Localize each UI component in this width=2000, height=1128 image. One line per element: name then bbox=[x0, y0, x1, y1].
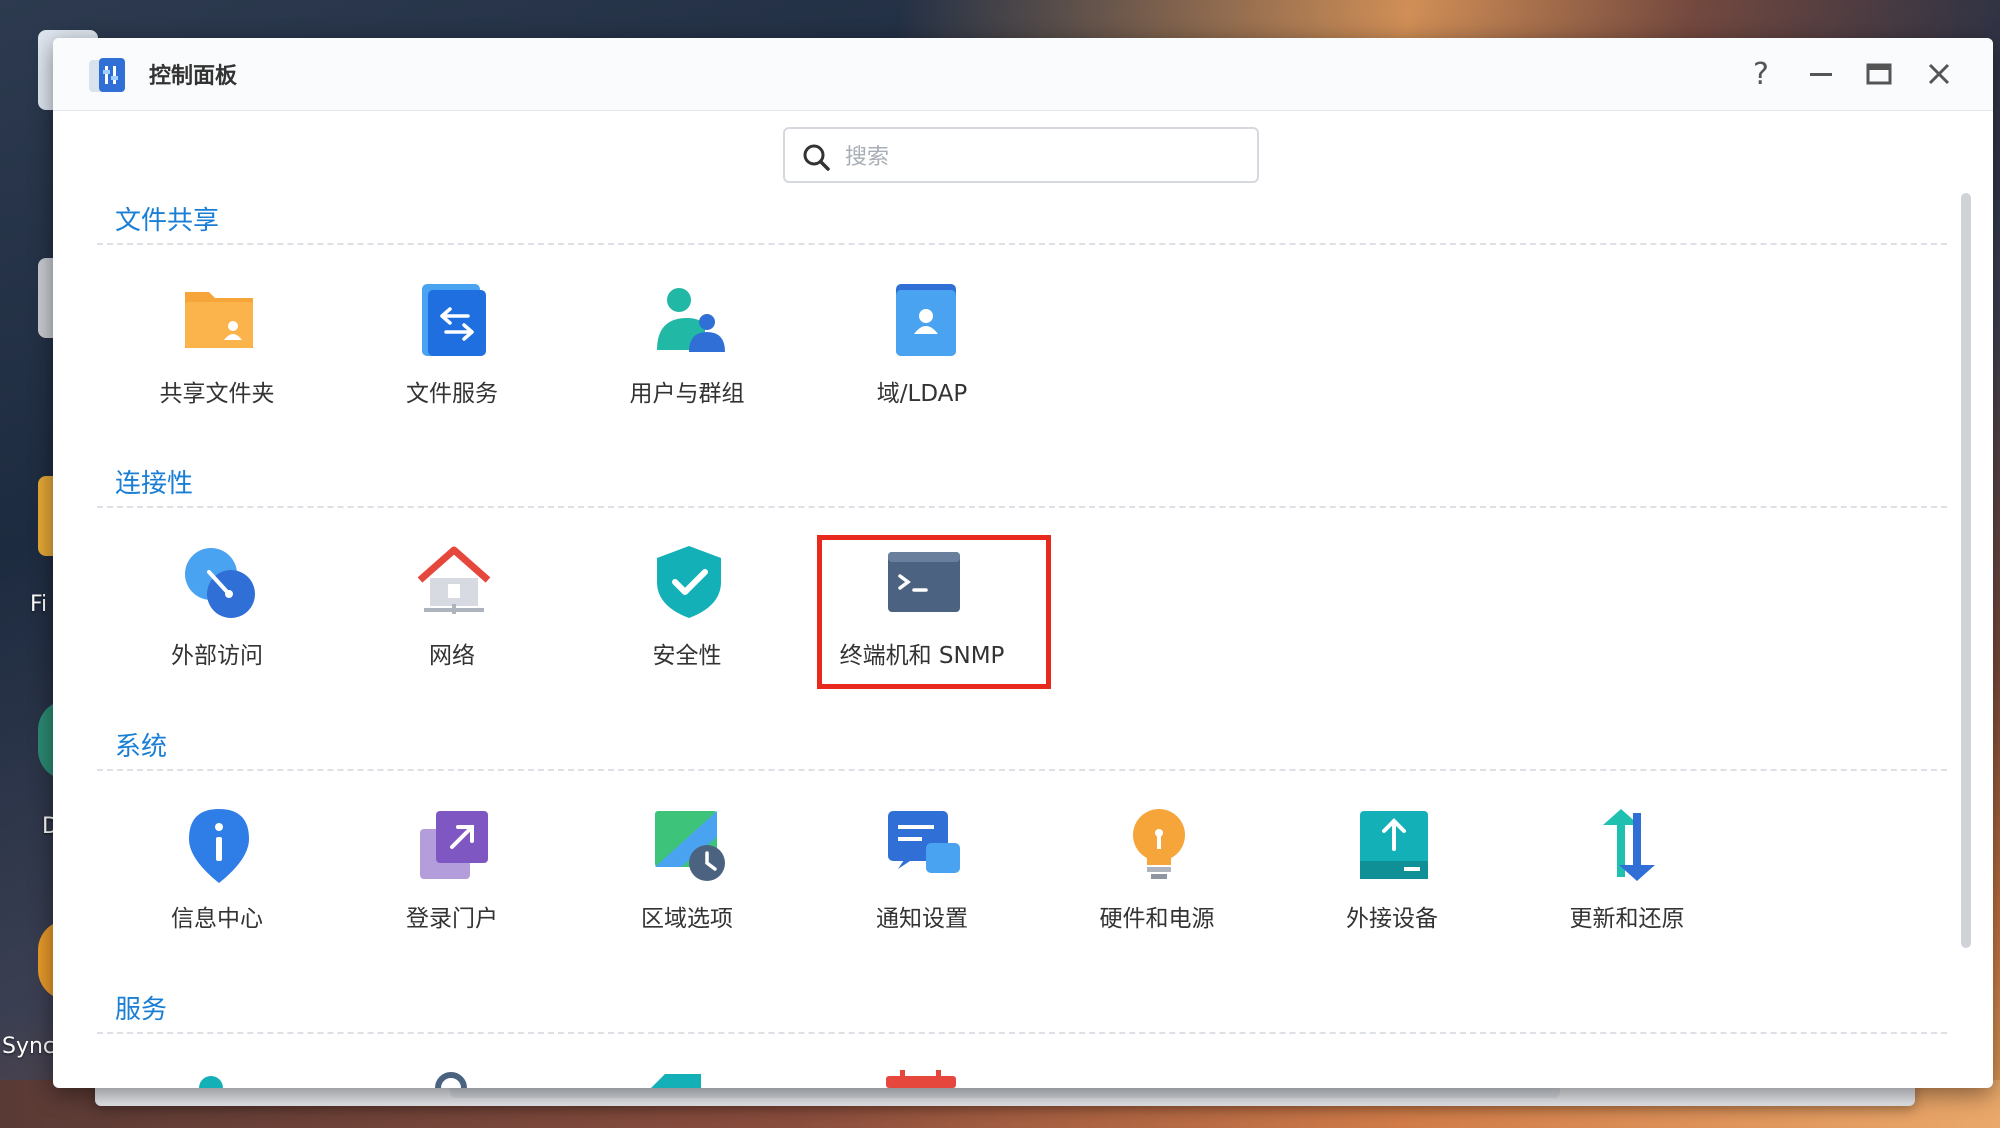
vertical-scrollbar[interactable] bbox=[1961, 193, 1971, 948]
shared-folder-icon bbox=[185, 292, 253, 348]
item-label: 网络 bbox=[429, 643, 475, 669]
item-update-restore[interactable]: 更新和还原 bbox=[1527, 807, 1727, 937]
maximize-icon bbox=[1866, 63, 1892, 85]
section-title-file-sharing: 文件共享 bbox=[115, 206, 220, 236]
search-box[interactable] bbox=[783, 127, 1259, 183]
section-divider bbox=[97, 769, 1947, 771]
service-item-icon-3[interactable] bbox=[651, 1070, 711, 1088]
item-label: 区域选项 bbox=[641, 906, 733, 932]
item-hardware-power[interactable]: 硬件和电源 bbox=[1057, 807, 1257, 937]
section-title-connectivity: 连接性 bbox=[115, 469, 194, 499]
users-groups-icon bbox=[657, 288, 725, 352]
item-login-portal[interactable]: 登录门户 bbox=[352, 807, 552, 937]
section-divider bbox=[97, 1032, 1947, 1034]
item-label: 文件服务 bbox=[406, 381, 498, 407]
item-network[interactable]: 网络 bbox=[352, 544, 552, 674]
section-title-services: 服务 bbox=[115, 995, 168, 1025]
item-file-services[interactable]: 文件服务 bbox=[352, 282, 552, 412]
hardware-power-icon bbox=[1133, 809, 1185, 879]
section-title-system: 系统 bbox=[115, 732, 168, 762]
item-label: 登录门户 bbox=[406, 906, 498, 932]
item-regional-options[interactable]: 区域选项 bbox=[587, 807, 787, 937]
service-item-icon-1[interactable] bbox=[191, 1068, 231, 1088]
login-portal-icon bbox=[420, 811, 488, 879]
service-item-icon-4[interactable] bbox=[886, 1068, 956, 1088]
notification-icon bbox=[888, 811, 960, 873]
external-access-icon bbox=[185, 548, 255, 618]
item-notification[interactable]: 通知设置 bbox=[822, 807, 1022, 937]
item-external-devices[interactable]: 外接设备 bbox=[1292, 807, 1492, 937]
service-item-icon-2[interactable] bbox=[431, 1068, 471, 1088]
external-devices-icon bbox=[1360, 811, 1428, 879]
item-label: 硬件和电源 bbox=[1099, 906, 1215, 932]
update-restore-icon bbox=[1603, 809, 1655, 881]
item-info-center[interactable]: 信息中心 bbox=[117, 807, 317, 937]
item-security[interactable]: 安全性 bbox=[587, 544, 787, 674]
item-domain-ldap[interactable]: 域/LDAP bbox=[822, 282, 1022, 412]
item-shared-folder[interactable]: 共享文件夹 bbox=[117, 282, 317, 412]
titlebar: 控制面板 ? bbox=[53, 38, 1993, 111]
item-label: 外接设备 bbox=[1346, 906, 1438, 932]
file-services-icon bbox=[422, 284, 486, 356]
item-external-access[interactable]: 外部访问 bbox=[117, 544, 317, 674]
security-icon bbox=[657, 546, 721, 618]
search-input[interactable] bbox=[843, 139, 1247, 175]
regional-options-icon bbox=[655, 811, 725, 881]
maximize-button[interactable] bbox=[1859, 54, 1899, 94]
item-label: 通知设置 bbox=[876, 906, 968, 932]
item-label: 更新和还原 bbox=[1569, 906, 1685, 932]
close-button[interactable] bbox=[1919, 54, 1959, 94]
help-button[interactable]: ? bbox=[1741, 54, 1781, 94]
item-label: 外部访问 bbox=[171, 643, 263, 669]
section-divider bbox=[97, 243, 1947, 245]
domain-ldap-icon bbox=[896, 284, 956, 356]
item-users-groups[interactable]: 用户与群组 bbox=[587, 282, 787, 412]
item-label: 域/LDAP bbox=[876, 381, 968, 407]
search-icon bbox=[803, 144, 830, 171]
section-divider bbox=[97, 506, 1947, 508]
info-center-icon bbox=[189, 809, 249, 883]
network-icon bbox=[417, 546, 491, 614]
item-label: 用户与群组 bbox=[629, 381, 745, 407]
minimize-icon bbox=[1810, 73, 1832, 76]
item-label: 信息中心 bbox=[171, 906, 263, 932]
item-label: 安全性 bbox=[652, 643, 722, 669]
control-panel-window: 控制面板 ? 文件共享 共享文件夹 bbox=[53, 38, 1993, 1088]
item-label: 共享文件夹 bbox=[159, 381, 275, 407]
window-title: 控制面板 bbox=[149, 64, 238, 89]
minimize-button[interactable] bbox=[1801, 54, 1841, 94]
control-panel-app-icon bbox=[89, 58, 125, 92]
highlight-box bbox=[817, 535, 1051, 689]
close-icon bbox=[1928, 63, 1950, 85]
